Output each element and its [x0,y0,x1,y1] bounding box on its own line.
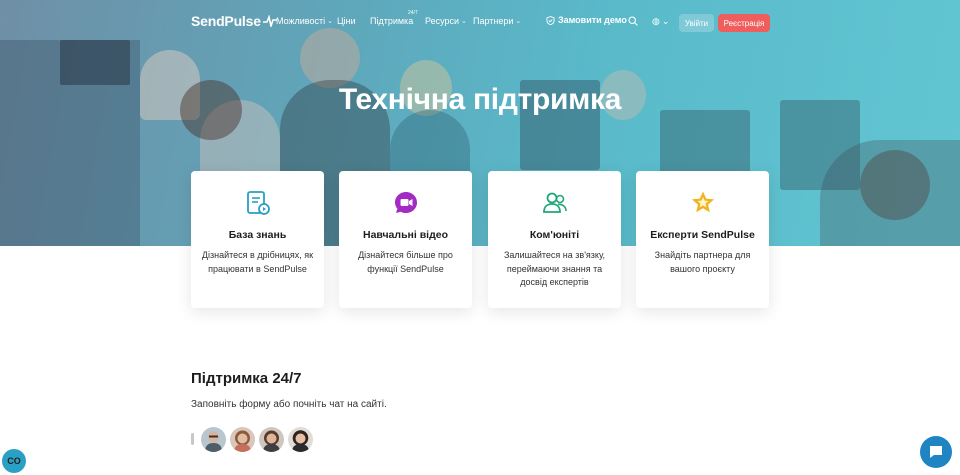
search-icon[interactable] [628,16,638,26]
language-selector[interactable]: ◍ ⌄ [652,16,669,27]
card-description: Залишайтеся на зв'язку, переймаючи знанн… [503,250,606,287]
chevron-down-icon: ⌄ [515,18,522,25]
card-title: Експерти SendPulse [650,229,755,241]
avatar-edge [191,433,194,445]
sendpulse-logo[interactable]: SendPulse [191,13,277,29]
nav-partners[interactable]: Партнери ⌄ [473,16,521,26]
card-experts[interactable]: Експерти SendPulse Знайдіть партнера для… [636,171,769,308]
card-training-videos[interactable]: Навчальні відео Дізнайтеся більше про фу… [339,171,472,308]
avatar [288,427,313,452]
card-knowledge-base[interactable]: База знань Дізнайтеся в дрібницях, як пр… [191,171,324,308]
avatar [259,427,284,452]
card-title: База знань [228,229,287,241]
chat-widget-button[interactable] [920,436,952,468]
globe-icon: ◍ [652,16,660,26]
support-badge: 24/7 [408,10,418,16]
page-title: Технічна підтримка [338,83,622,116]
card-title: Навчальні відео [362,229,448,241]
community-icon [542,192,567,213]
card-description: Дізнайтеся більше про функції SendPulse [358,250,453,274]
card-description: Дізнайтеся в дрібницях, як працювати в S… [201,250,314,274]
card-community[interactable]: Ком'юніті Залишайтеся на зв'язку, перейм… [488,171,621,308]
nav-resources[interactable]: Ресурси ⌄ [425,16,467,26]
nav-support[interactable]: Підтримка [370,16,413,26]
video-icon [394,192,417,213]
chevron-down-icon: ⌄ [661,16,670,26]
support-title: Підтримка 24/7 [191,370,302,387]
cookie-settings-button[interactable]: CO [2,449,26,473]
hero-banner: SendPulse Можливості ⌄ Ціни Підтримка 24/… [0,0,960,246]
chat-bubble-icon [930,446,942,458]
knowledge-base-icon [246,191,270,215]
logo-text: SendPulse [191,13,261,29]
avatar [201,427,226,452]
expert-star-icon [691,191,714,213]
chevron-down-icon: ⌄ [461,18,467,25]
support-text: Заповніть форму або почніть чат на сайті… [191,399,387,410]
shield-check-icon [546,15,555,25]
nav-features[interactable]: Можливості ⌄ [276,16,333,26]
top-navigation: SendPulse Можливості ⌄ Ціни Підтримка 24/… [0,0,960,44]
register-button[interactable]: Реєстрація [718,14,770,32]
avatar [230,427,255,452]
pulse-icon [262,15,277,27]
card-description: Знайдіть партнера для вашого проєкту [654,250,751,274]
chevron-down-icon: ⌄ [327,18,333,25]
request-demo-link[interactable]: Замовити демо [546,15,627,25]
nav-pricing[interactable]: Ціни [337,16,356,26]
login-button[interactable]: Увійти [679,14,714,32]
card-title: Ком'юніті [529,229,580,241]
